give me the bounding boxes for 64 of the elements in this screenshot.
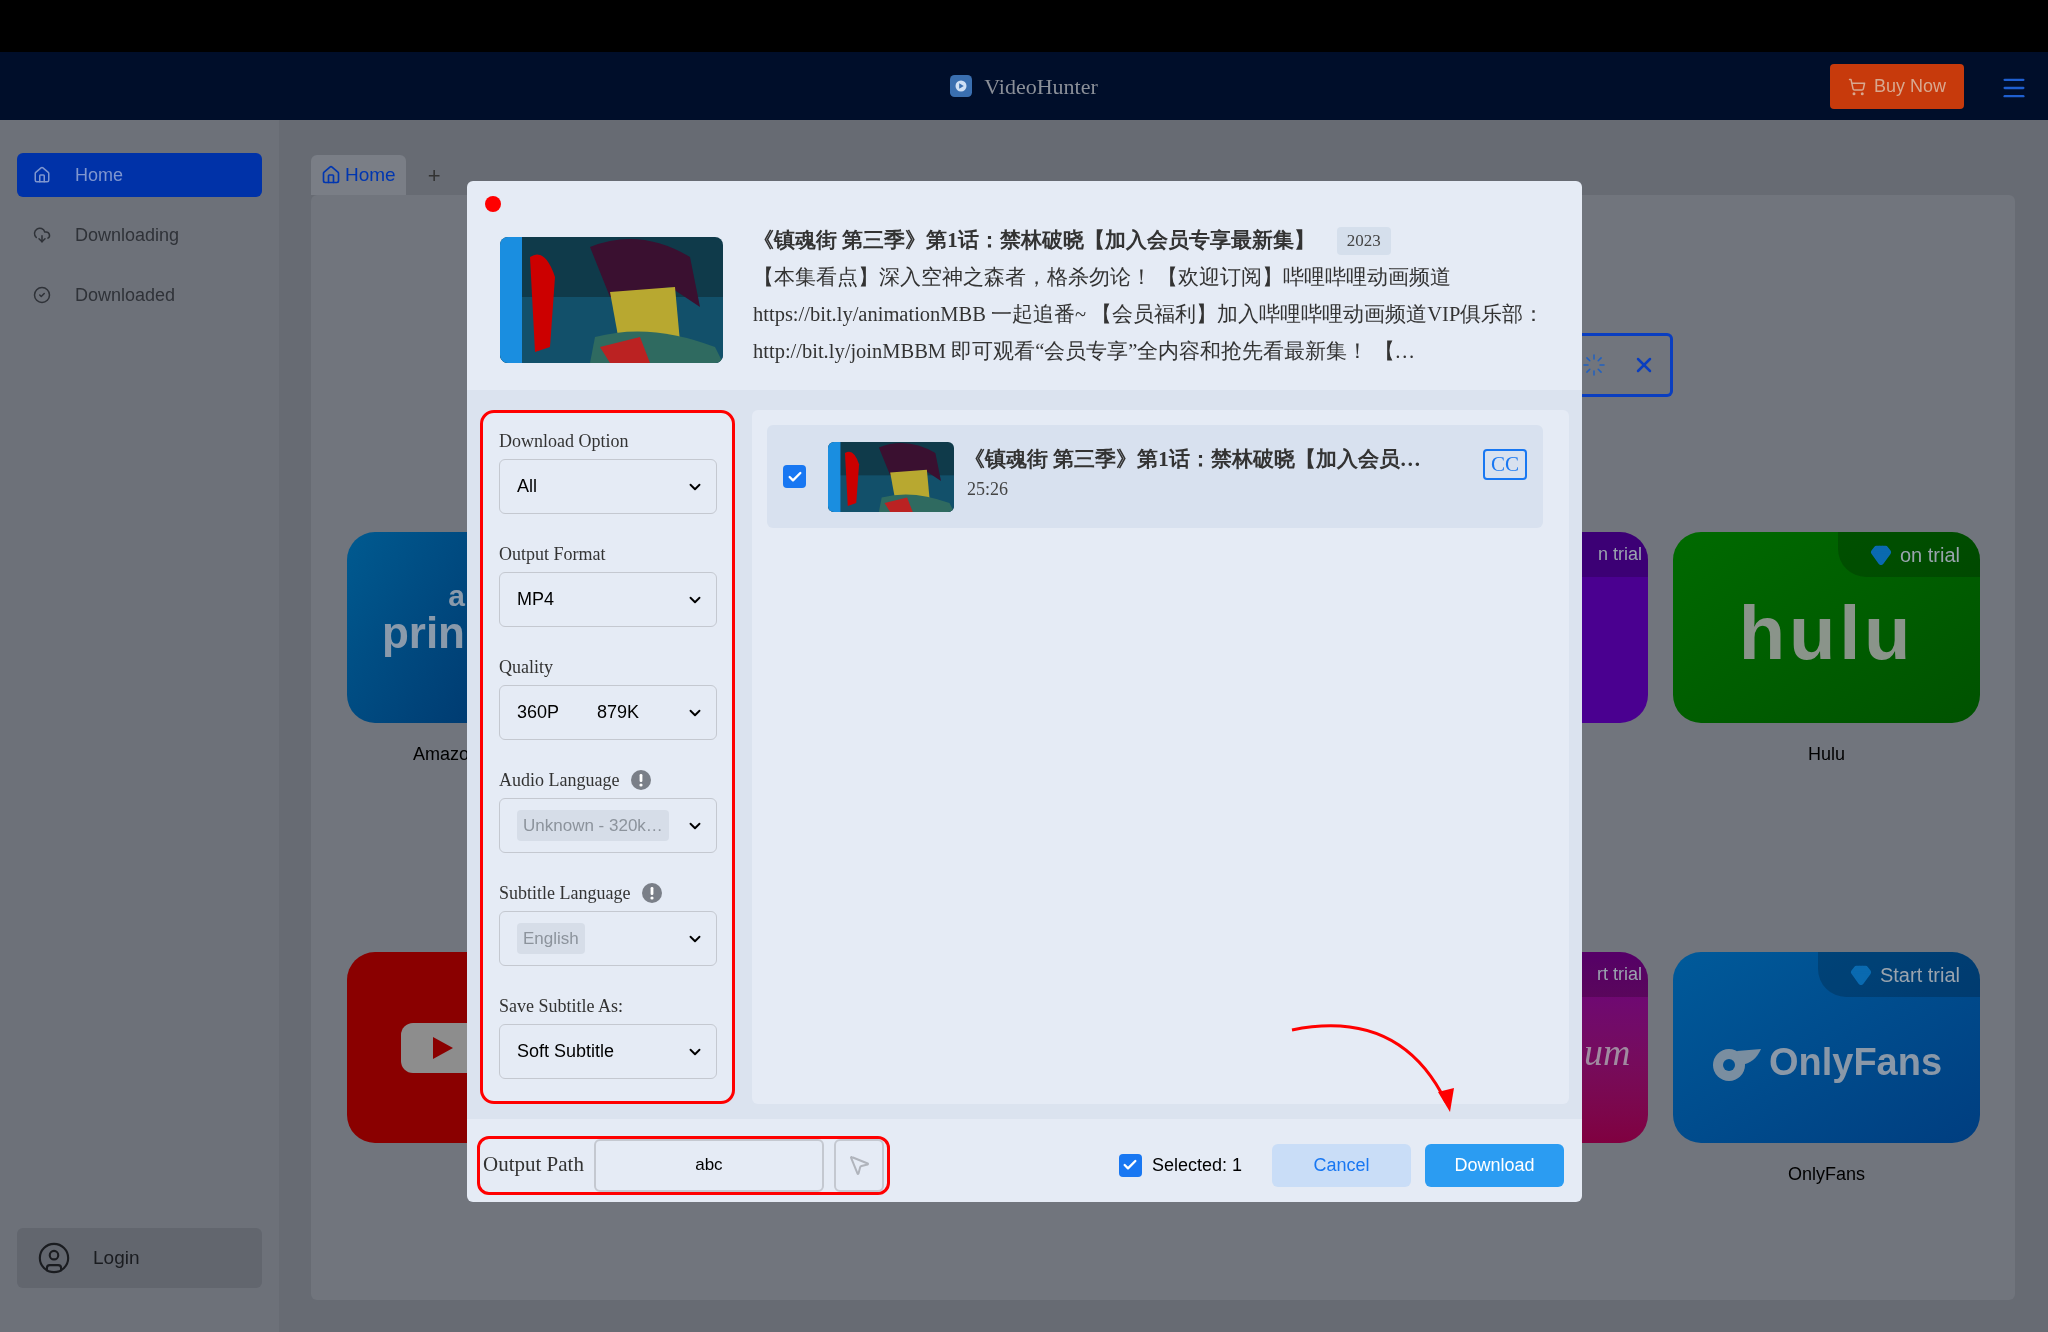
logo-text: prin — [381, 610, 465, 655]
selected-count: Selected: 1 — [1151, 1153, 1242, 1177]
field-label: Download Option — [499, 429, 629, 453]
app-title: VideoHunter — [984, 72, 1098, 101]
field-label: Quality — [499, 655, 553, 679]
trial-badge: Start trial — [1817, 952, 1980, 997]
browse-button[interactable] — [833, 1138, 884, 1192]
diamond-icon — [1869, 543, 1892, 566]
sidebar-item[interactable]: Downloaded — [17, 273, 262, 317]
service-card[interactable]: rt trial um — [1582, 952, 1648, 1143]
check-circle-icon — [33, 286, 51, 304]
duration-text: 25:26 — [967, 477, 1009, 501]
home-icon — [33, 166, 51, 184]
video-title: 《镇魂街 第三季》第1话：禁林破晓【加入会员… — [964, 446, 1422, 474]
video-title: 《镇魂街 第三季》第1话：禁林破晓【加入会员专享最新集】 — [753, 227, 1315, 255]
service-card[interactable]: n trial — [1582, 532, 1648, 723]
bitrate-text: 879K — [597, 701, 640, 724]
cloud-download-icon — [33, 226, 51, 244]
output-path-label: Output Path — [483, 1151, 584, 1179]
field-label: Save Subtitle As: — [499, 994, 623, 1018]
cancel-button[interactable]: Cancel — [1272, 1143, 1411, 1187]
checkbox[interactable] — [783, 465, 806, 488]
subtitle-badge: CC — [1483, 449, 1527, 480]
dropdown-select[interactable]: MP4 — [499, 572, 717, 627]
service-card[interactable]: on trial hulu — [1673, 532, 1980, 723]
sidebar-item[interactable]: Downloading — [17, 213, 262, 257]
logo-text: OnlyFans — [1768, 1040, 1943, 1085]
spinner-icon — [1582, 353, 1606, 377]
service-card[interactable] — [347, 952, 467, 1143]
user-icon — [37, 1241, 71, 1275]
field-label: Audio Language — [499, 768, 620, 792]
app-logo-icon — [950, 75, 973, 97]
diamond-icon — [1849, 963, 1872, 986]
info-icon — [642, 883, 663, 903]
cart-icon — [1847, 77, 1866, 96]
download-button[interactable]: Download — [1425, 1143, 1564, 1187]
dropdown-select[interactable]: 360P 879K — [499, 685, 717, 740]
trial-badge: n trial — [1582, 532, 1648, 577]
home-icon — [321, 165, 341, 185]
login-button[interactable]: Login — [17, 1228, 262, 1288]
info-icon — [631, 770, 652, 790]
service-name: OnlyFans — [1788, 1163, 1865, 1185]
service-card[interactable]: Start trial OnlyFans — [1673, 952, 1980, 1143]
output-path-field[interactable]: abc — [593, 1138, 824, 1192]
field-label: Subtitle Language — [499, 881, 631, 905]
sidebar-item[interactable]: Home — [17, 153, 262, 197]
trial-badge: on trial — [1837, 532, 1980, 577]
tab[interactable]: Home — [311, 155, 406, 195]
service-card[interactable]: a prin — [347, 532, 467, 723]
logo-text: um — [1584, 1030, 1631, 1075]
play-icon — [401, 1022, 467, 1073]
year-badge: 2023 — [1336, 227, 1391, 255]
dropdown-select[interactable]: Soft Subtitle — [499, 1024, 717, 1079]
buy-now-button[interactable]: Buy Now — [1829, 64, 1964, 109]
new-tab-button[interactable]: + — [413, 155, 455, 195]
checkbox[interactable] — [1118, 1153, 1142, 1177]
trial-badge: rt trial — [1582, 952, 1648, 997]
logo-text: hulu — [1738, 588, 1915, 677]
dropdown-select[interactable]: All — [499, 459, 717, 514]
service-name: Hulu — [1808, 743, 1845, 765]
field-label: Output Format — [499, 542, 606, 566]
video-description: 【本集看点】深入空神之森者，格杀勿论！ 【欢迎订阅】哔哩哔哩动画频道 https://bit.ly/animationMBB 一起追番~ 【会员福利】加入哔哩哔哩动画频道VIP俱乐部：http://bit.ly/joinMBBM 即可观看“会员专享”全内容和抢先看最新集！ 【… — [753, 265, 1546, 365]
video-row[interactable]: 《镇魂街 第三季》第1话：禁林破晓【加入会员… 25:26 CC — [767, 425, 1543, 528]
logo-text: a — [448, 580, 465, 611]
